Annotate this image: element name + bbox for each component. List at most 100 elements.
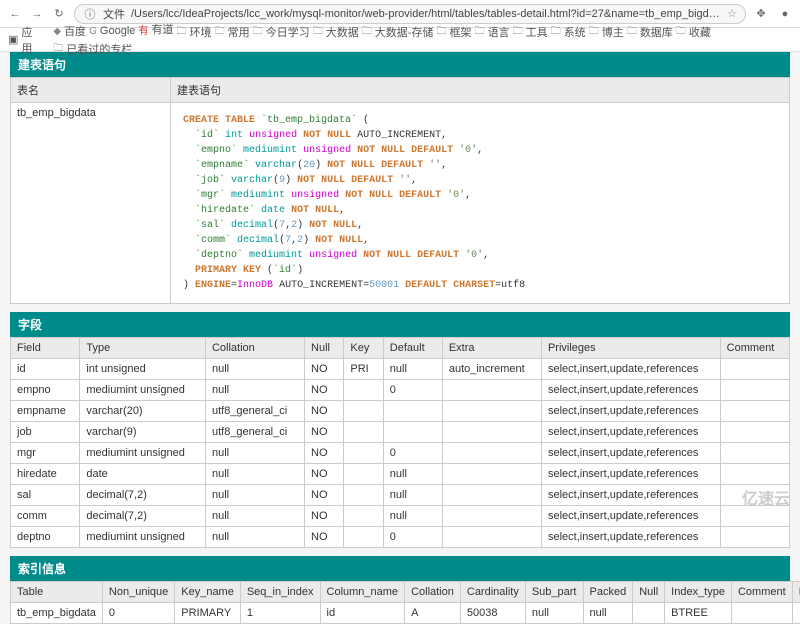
bookmark-item[interactable]: ◆百度	[53, 23, 86, 39]
table-cell	[383, 401, 442, 422]
apps-icon[interactable]: ▣ 应用	[8, 24, 43, 56]
bookmark-item[interactable]: 🗀博主	[589, 24, 624, 41]
bookmark-item[interactable]: 🗀语言	[475, 24, 510, 41]
table-cell: date	[80, 464, 206, 485]
folder-icon: 🗀	[551, 24, 561, 41]
extension-icon[interactable]: ✥	[754, 7, 768, 21]
th-table: Table	[11, 582, 103, 603]
table-cell: select,insert,update,references	[541, 506, 720, 527]
table-cell	[344, 380, 383, 401]
table-cell: id	[11, 359, 80, 380]
th-seq_in_index: Seq_in_index	[240, 582, 320, 603]
table-cell: deptno	[11, 527, 80, 548]
section-fields-header: 字段	[10, 312, 790, 337]
table-cell	[344, 527, 383, 548]
profile-icon[interactable]: ●	[778, 7, 792, 21]
table-row: jobvarchar(9)utf8_general_ciNOselect,ins…	[11, 422, 790, 443]
th-index_comment: Index_comment	[792, 582, 800, 603]
url-text: /Users/lcc/IdeaProjects/lcc_work/mysql-m…	[131, 8, 721, 20]
table-cell: null	[205, 464, 304, 485]
th-sub_part: Sub_part	[525, 582, 583, 603]
table-cell	[442, 464, 541, 485]
section-indexes-header: 索引信息	[10, 556, 790, 581]
table-cell: null	[205, 485, 304, 506]
th-collation: Collation	[205, 338, 304, 359]
back-icon[interactable]: ←	[8, 7, 22, 21]
table-cell: select,insert,update,references	[541, 464, 720, 485]
table-cell: select,insert,update,references	[541, 359, 720, 380]
table-cell: NO	[305, 401, 344, 422]
table-cell: id	[320, 603, 405, 624]
th-comment: Comment	[720, 338, 789, 359]
table-cell: comm	[11, 506, 80, 527]
th-column_name: Column_name	[320, 582, 405, 603]
bookmark-item[interactable]: 🗀数据库	[627, 24, 673, 41]
table-row: saldecimal(7,2)nullNOnullselect,insert,u…	[11, 485, 790, 506]
th-null: Null	[305, 338, 344, 359]
table-cell: PRIMARY	[175, 603, 241, 624]
bookmarks-bar: ▣ 应用 ◆百度 GGoogle 有有道 🗀环境 🗀常用 🗀今日学习 🗀大数据 …	[0, 28, 800, 52]
bookmark-star-icon[interactable]: ☆	[727, 7, 737, 20]
th-field: Field	[11, 338, 80, 359]
bookmark-item[interactable]: 🗀系统	[551, 24, 586, 41]
table-cell	[720, 380, 789, 401]
table-cell	[344, 443, 383, 464]
bookmark-item[interactable]: GGoogle	[89, 25, 135, 37]
fields-table: FieldTypeCollationNullKeyDefaultExtraPri…	[10, 337, 790, 548]
table-cell	[720, 422, 789, 443]
table-cell: 0	[383, 380, 442, 401]
th-index_type: Index_type	[665, 582, 732, 603]
folder-icon: 🗀	[313, 24, 323, 41]
table-cell: varchar(9)	[80, 422, 206, 443]
table-cell	[442, 401, 541, 422]
table-cell: sal	[11, 485, 80, 506]
table-cell: null	[205, 380, 304, 401]
bookmark-item[interactable]: 🗀大数据-存储	[362, 24, 434, 41]
table-row: empnamevarchar(20)utf8_general_ciNOselec…	[11, 401, 790, 422]
th-table-name: 表名	[11, 78, 171, 103]
table-cell: empname	[11, 401, 80, 422]
th-table-sql: 建表语句	[171, 78, 790, 103]
bookmark-item[interactable]: 🗀工具	[513, 24, 548, 41]
table-cell: mediumint unsigned	[80, 443, 206, 464]
th-default: Default	[383, 338, 442, 359]
table-cell	[442, 527, 541, 548]
table-cell	[344, 506, 383, 527]
bookmark-item[interactable]: 🗀收藏	[676, 24, 711, 41]
table-cell	[792, 603, 800, 624]
th-type: Type	[80, 338, 206, 359]
bookmark-item[interactable]: 🗀今日学习	[253, 24, 310, 41]
folder-icon: G	[89, 26, 97, 37]
table-cell: NO	[305, 443, 344, 464]
bookmark-item[interactable]: 🗀框架	[437, 24, 472, 41]
folder-icon: 🗀	[253, 24, 263, 41]
bookmark-item[interactable]: 🗀常用	[215, 24, 250, 41]
bookmark-item[interactable]: 🗀环境	[177, 24, 212, 41]
table-cell: null	[205, 527, 304, 548]
table-cell: select,insert,update,references	[541, 527, 720, 548]
table-cell	[442, 485, 541, 506]
table-cell: NO	[305, 527, 344, 548]
folder-icon: 🗀	[475, 24, 485, 41]
reload-icon[interactable]: ↻	[52, 7, 66, 21]
folder-icon: 🗀	[215, 24, 225, 41]
forward-icon[interactable]: →	[30, 7, 44, 21]
table-cell	[442, 506, 541, 527]
table-cell	[720, 401, 789, 422]
indexes-table: TableNon_uniqueKey_nameSeq_in_indexColum…	[10, 581, 800, 624]
table-cell: varchar(20)	[80, 401, 206, 422]
table-cell: int unsigned	[80, 359, 206, 380]
table-cell: null	[383, 485, 442, 506]
th-cardinality: Cardinality	[460, 582, 525, 603]
toolbar-right: ✥ ●	[754, 7, 792, 21]
folder-icon: ◆	[53, 26, 61, 37]
table-row: tb_emp_bigdata0PRIMARY1idA50038nullnullB…	[11, 603, 800, 624]
th-extra: Extra	[442, 338, 541, 359]
bookmark-item[interactable]: 🗀大数据	[313, 24, 359, 41]
table-cell: select,insert,update,references	[541, 422, 720, 443]
table-cell: select,insert,update,references	[541, 485, 720, 506]
table-row: idint unsignednullNOPRInullauto_incremen…	[11, 359, 790, 380]
table-cell	[720, 464, 789, 485]
bookmark-item[interactable]: 有有道	[138, 21, 173, 37]
th-key: Key	[344, 338, 383, 359]
